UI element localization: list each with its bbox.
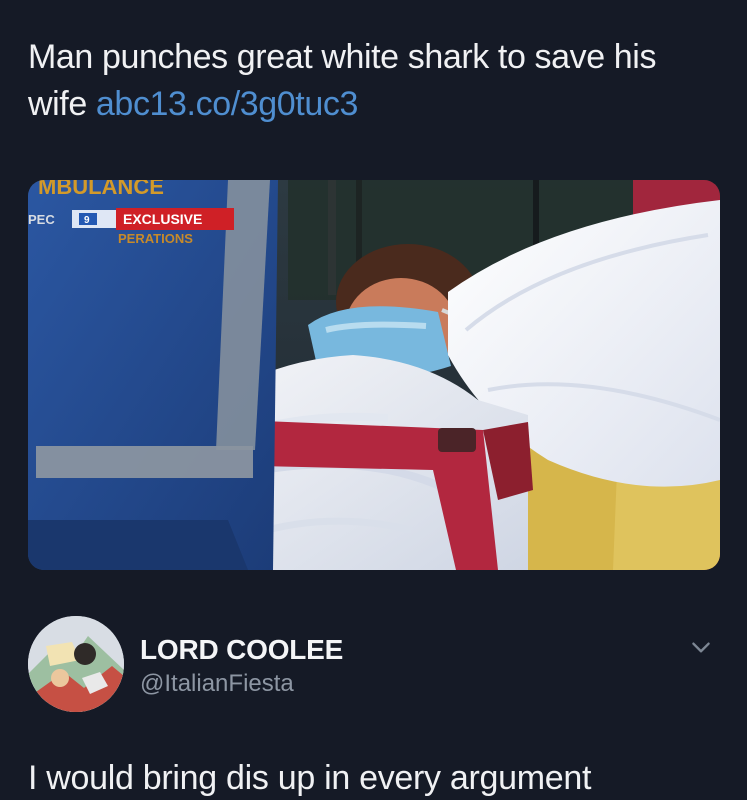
- reply-card: LORD COOLEE @ItalianFiesta: [28, 614, 720, 716]
- ambulance-image: MBULANCE PEC 9 EXCLUSIVE PERATIONS: [28, 180, 720, 570]
- reply-user-handle[interactable]: @ItalianFiesta: [140, 670, 294, 698]
- chevron-down-icon[interactable]: [688, 635, 714, 661]
- reply-user-name[interactable]: LORD COOLEE: [140, 634, 343, 666]
- channel-badge: 9: [84, 215, 90, 226]
- reply-text: I would bring dis up in every argument: [28, 759, 592, 797]
- tweet-link[interactable]: abc13.co/3g0tuc3: [96, 85, 358, 123]
- chevron-down-icon-svg: [692, 642, 710, 653]
- uniform-bottom-text: PERATIONS: [118, 231, 193, 246]
- avatar[interactable]: [28, 616, 124, 712]
- tweet-media[interactable]: MBULANCE PEC 9 EXCLUSIVE PERATIONS: [28, 180, 720, 570]
- tweet-text: Man punches great white shark to save hi…: [28, 34, 718, 128]
- exclusive-badge: EXCLUSIVE: [123, 211, 202, 227]
- uniform-partial-label: PEC: [28, 212, 55, 227]
- uniform-top-text: MBULANCE: [38, 180, 164, 199]
- avatar-image: [28, 616, 124, 712]
